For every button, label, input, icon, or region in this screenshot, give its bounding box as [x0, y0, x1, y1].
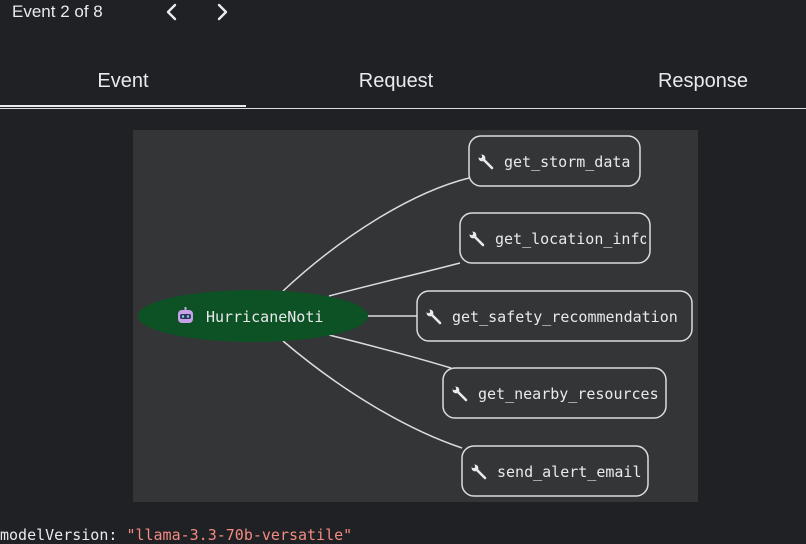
tab-event[interactable]: Event [0, 56, 246, 106]
wrench-icon [426, 309, 442, 325]
tool-node-label: get_safety_recommendation [452, 308, 678, 326]
wrench-icon [469, 231, 485, 247]
tool-node-send-alert-email[interactable]: send_alert_email [461, 445, 649, 497]
wrench-icon [452, 386, 468, 402]
agent-node[interactable]: HurricaneNoti [138, 290, 368, 342]
chevron-left-icon [166, 3, 177, 21]
tab-request[interactable]: Request [273, 56, 519, 106]
wrench-icon [478, 154, 494, 170]
graph-edge [328, 334, 452, 369]
event-navigation-bar: Event 2 of 8 [0, 0, 806, 26]
tab-response[interactable]: Response [580, 56, 806, 106]
code-key: modelVersion: [0, 526, 118, 544]
wrench-icon [471, 464, 487, 480]
graph-edge [282, 177, 470, 292]
agent-node-label: HurricaneNoti [206, 308, 323, 326]
detail-tabs: Event Request Response [0, 56, 806, 109]
code-value: "llama-3.3-70b-versatile" [126, 526, 353, 544]
event-counter: Event 2 of 8 [12, 2, 103, 21]
chevron-right-icon [217, 3, 228, 21]
tool-node-get-storm-data[interactable]: get_storm_data [468, 135, 641, 187]
tool-node-get-nearby-resources[interactable]: get_nearby_resources [442, 367, 667, 419]
tool-node-label: send_alert_email [497, 463, 642, 481]
event-detail-code: modelVersion: "llama-3.3-70b-versatile" [0, 526, 352, 544]
agent-graph-panel: HurricaneNoti get_storm_data get_location_… [133, 130, 698, 502]
tool-node-label: get_storm_data [504, 153, 630, 171]
tool-node-label: get_nearby_resources [478, 385, 659, 403]
next-event-button[interactable] [210, 0, 234, 24]
previous-event-button[interactable] [160, 0, 184, 24]
tool-node-get-safety-recommendation[interactable]: get_safety_recommendation [416, 290, 693, 342]
tool-node-label: get_location_info [495, 230, 649, 248]
tool-node-get-location-info[interactable]: get_location_info [459, 212, 651, 264]
active-tab-indicator [0, 105, 246, 107]
graph-edge [282, 340, 463, 449]
agent-graph: HurricaneNoti get_storm_data get_location_… [138, 135, 693, 497]
